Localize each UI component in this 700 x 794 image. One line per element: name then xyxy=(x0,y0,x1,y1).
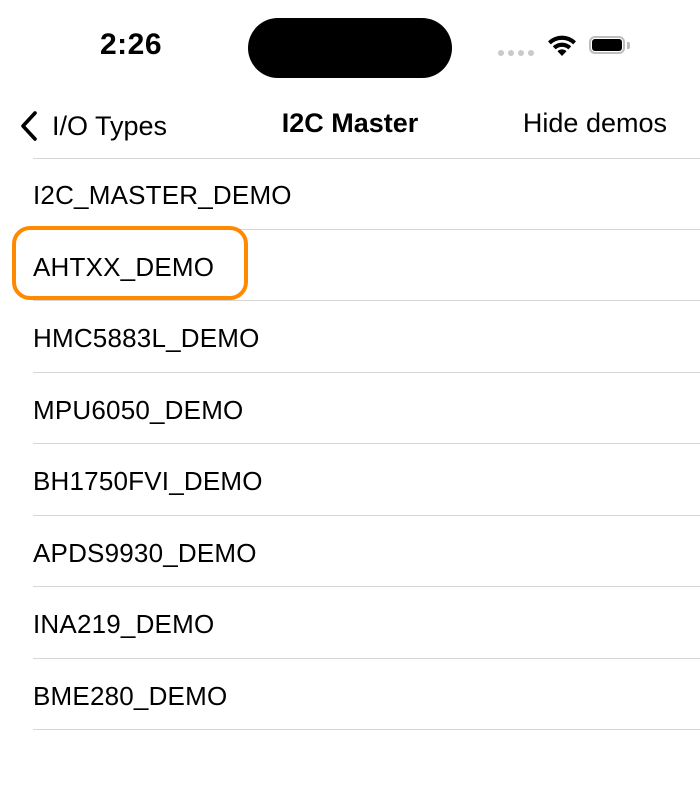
list-item-bh1750fvi-demo[interactable]: BH1750FVI_DEMO xyxy=(0,444,700,516)
list-item-label: HMC5883L_DEMO xyxy=(33,323,260,353)
status-bar: 2:26 xyxy=(0,0,700,90)
dynamic-island xyxy=(248,18,452,78)
list-item-bme280-demo[interactable]: BME280_DEMO xyxy=(0,659,700,730)
list-item-label: BME280_DEMO xyxy=(33,680,228,711)
back-button[interactable]: I/O Types xyxy=(18,102,167,150)
list-item-label: BH1750FVI_DEMO xyxy=(33,466,263,496)
list-divider xyxy=(33,729,700,730)
back-button-label: I/O Types xyxy=(52,110,168,141)
status-time: 2:26 xyxy=(100,28,163,61)
navigation-bar: I/O Types I2C Master Hide demos xyxy=(0,96,700,156)
battery-icon xyxy=(589,36,631,56)
list-item-i2c-master-demo[interactable]: I2C_MASTER_DEMO xyxy=(0,158,700,230)
list-item-label: INA219_DEMO xyxy=(33,609,215,639)
chevron-left-icon xyxy=(21,111,37,141)
list-item-hmc5883l-demo[interactable]: HMC5883L_DEMO xyxy=(0,301,700,373)
wifi-icon xyxy=(545,32,579,58)
hide-demos-button[interactable]: Hide demos xyxy=(523,108,667,139)
list-item-apds9930-demo[interactable]: APDS9930_DEMO xyxy=(0,516,700,587)
list-item-label: AHTXX_DEMO xyxy=(33,251,215,282)
list-item-mpu6050-demo[interactable]: MPU6050_DEMO xyxy=(0,373,700,444)
cellular-signal-icon xyxy=(498,50,534,58)
list-item-label: APDS9930_DEMO xyxy=(33,537,257,568)
list-item-ina219-demo[interactable]: INA219_DEMO xyxy=(0,587,700,659)
list-item-label: I2C_MASTER_DEMO xyxy=(33,180,292,210)
demo-list: I2C_MASTER_DEMO AHTXX_DEMO HMC5883L_DEMO… xyxy=(0,158,700,730)
list-item-label: MPU6050_DEMO xyxy=(33,394,244,425)
list-item-ahtxx-demo[interactable]: AHTXX_DEMO xyxy=(0,230,700,301)
